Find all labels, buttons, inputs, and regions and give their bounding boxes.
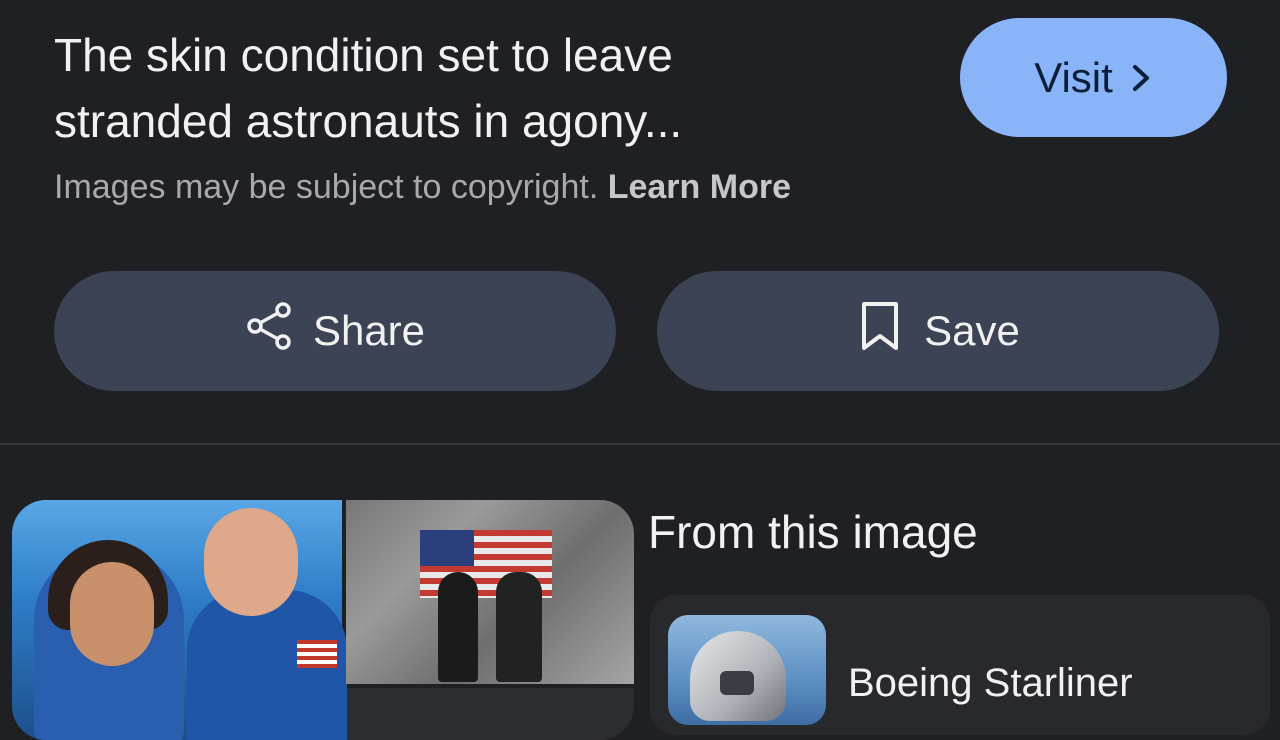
result-title-line-2: stranded astronauts in agony... — [54, 95, 683, 147]
copyright-text: Images may be subject to copyright. — [54, 168, 599, 206]
result-title: The skin condition set to leave stranded… — [54, 22, 914, 154]
related-item-card[interactable]: Boeing Starliner — [650, 595, 1270, 735]
gallery-photo[interactable] — [346, 688, 634, 740]
chevron-right-icon — [1131, 54, 1153, 102]
visit-button[interactable]: Visit — [960, 18, 1227, 137]
from-this-image-heading: From this image — [648, 506, 978, 558]
bookmark-icon — [856, 300, 904, 362]
share-icon — [245, 300, 293, 362]
share-label: Share — [312, 307, 426, 354]
astronauts-photo[interactable] — [12, 500, 347, 740]
starliner-thumbnail — [668, 615, 826, 725]
visit-label: Visit — [1034, 53, 1113, 101]
save-label: Save — [924, 307, 1020, 354]
share-button[interactable]: Share — [54, 271, 616, 391]
learn-more-link[interactable]: Learn More — [608, 168, 791, 206]
copyright-notice: Images may be subject to copyright. Lear… — [54, 168, 791, 207]
result-title-line-1: The skin condition set to leave — [54, 29, 673, 81]
space-station-photo[interactable] — [346, 500, 634, 684]
image-gallery[interactable] — [12, 500, 634, 740]
related-item-title: Boeing Starliner — [848, 661, 1133, 705]
save-button[interactable]: Save — [657, 271, 1219, 391]
section-divider — [0, 443, 1280, 445]
